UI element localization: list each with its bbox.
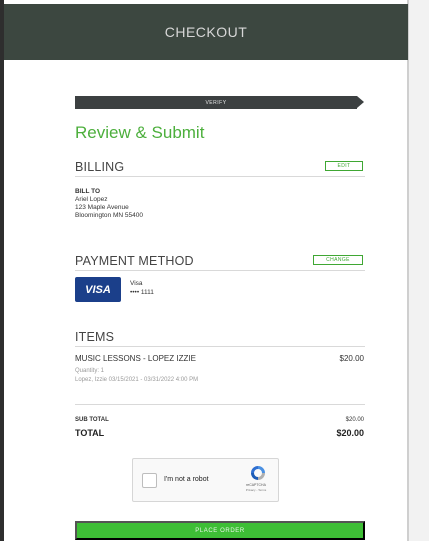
payment-heading: PAYMENT METHOD: [75, 254, 194, 268]
summary-divider: [75, 404, 365, 405]
recaptcha-logo-icon: [251, 466, 265, 480]
recaptcha-brand: reCAPTCHA: [246, 483, 266, 487]
total-value: $20.00: [336, 428, 364, 438]
payment-divider: [75, 270, 365, 271]
recaptcha-label: I'm not a robot: [164, 476, 209, 483]
bill-to-label: BILL TO: [75, 188, 101, 195]
checkout-header: CHECKOUT: [4, 4, 408, 60]
item-schedule: Lopez, Izzie 03/15/2021 - 03/31/2022 4:0…: [75, 377, 199, 383]
card-type: Visa: [130, 280, 143, 287]
total-label: TOTAL: [75, 428, 105, 438]
billing-name: Ariel Lopez: [75, 196, 108, 203]
step-indicator: VERIFY: [75, 96, 357, 109]
items-divider: [75, 346, 365, 347]
item-quantity: Quantity: 1: [75, 368, 105, 374]
card-number-masked: •••• 1111: [130, 289, 154, 296]
payment-change-button[interactable]: CHANGE: [313, 255, 363, 265]
item-name: MUSIC LESSONS - LOPEZ IZZIE: [75, 354, 196, 363]
billing-street: 123 Maple Avenue: [75, 204, 129, 211]
header-title: CHECKOUT: [164, 24, 248, 40]
window-frame-left: [0, 0, 4, 541]
item-price: $20.00: [339, 354, 364, 363]
scrollbar-track[interactable]: [409, 0, 429, 541]
recaptcha-checkbox[interactable]: [142, 473, 157, 488]
subtotal-value: $20.00: [345, 417, 364, 423]
billing-divider: [75, 176, 365, 177]
recaptcha-widget: I'm not a robot reCAPTCHA Privacy - Term…: [132, 458, 279, 502]
billing-city: Bloomington MN 55400: [75, 212, 143, 219]
step-label-verify: VERIFY: [205, 99, 227, 106]
recaptcha-links[interactable]: Privacy - Terms: [236, 488, 276, 492]
items-heading: ITEMS: [75, 330, 115, 344]
step-arrow-icon: [357, 96, 364, 108]
billing-heading: BILLING: [75, 160, 125, 174]
page-title: Review & Submit: [75, 123, 205, 142]
place-order-button[interactable]: PLACE ORDER: [75, 521, 365, 540]
subtotal-label: SUB TOTAL: [75, 417, 109, 423]
visa-card-icon: VISA: [75, 277, 121, 302]
billing-edit-button[interactable]: EDIT: [325, 161, 363, 171]
